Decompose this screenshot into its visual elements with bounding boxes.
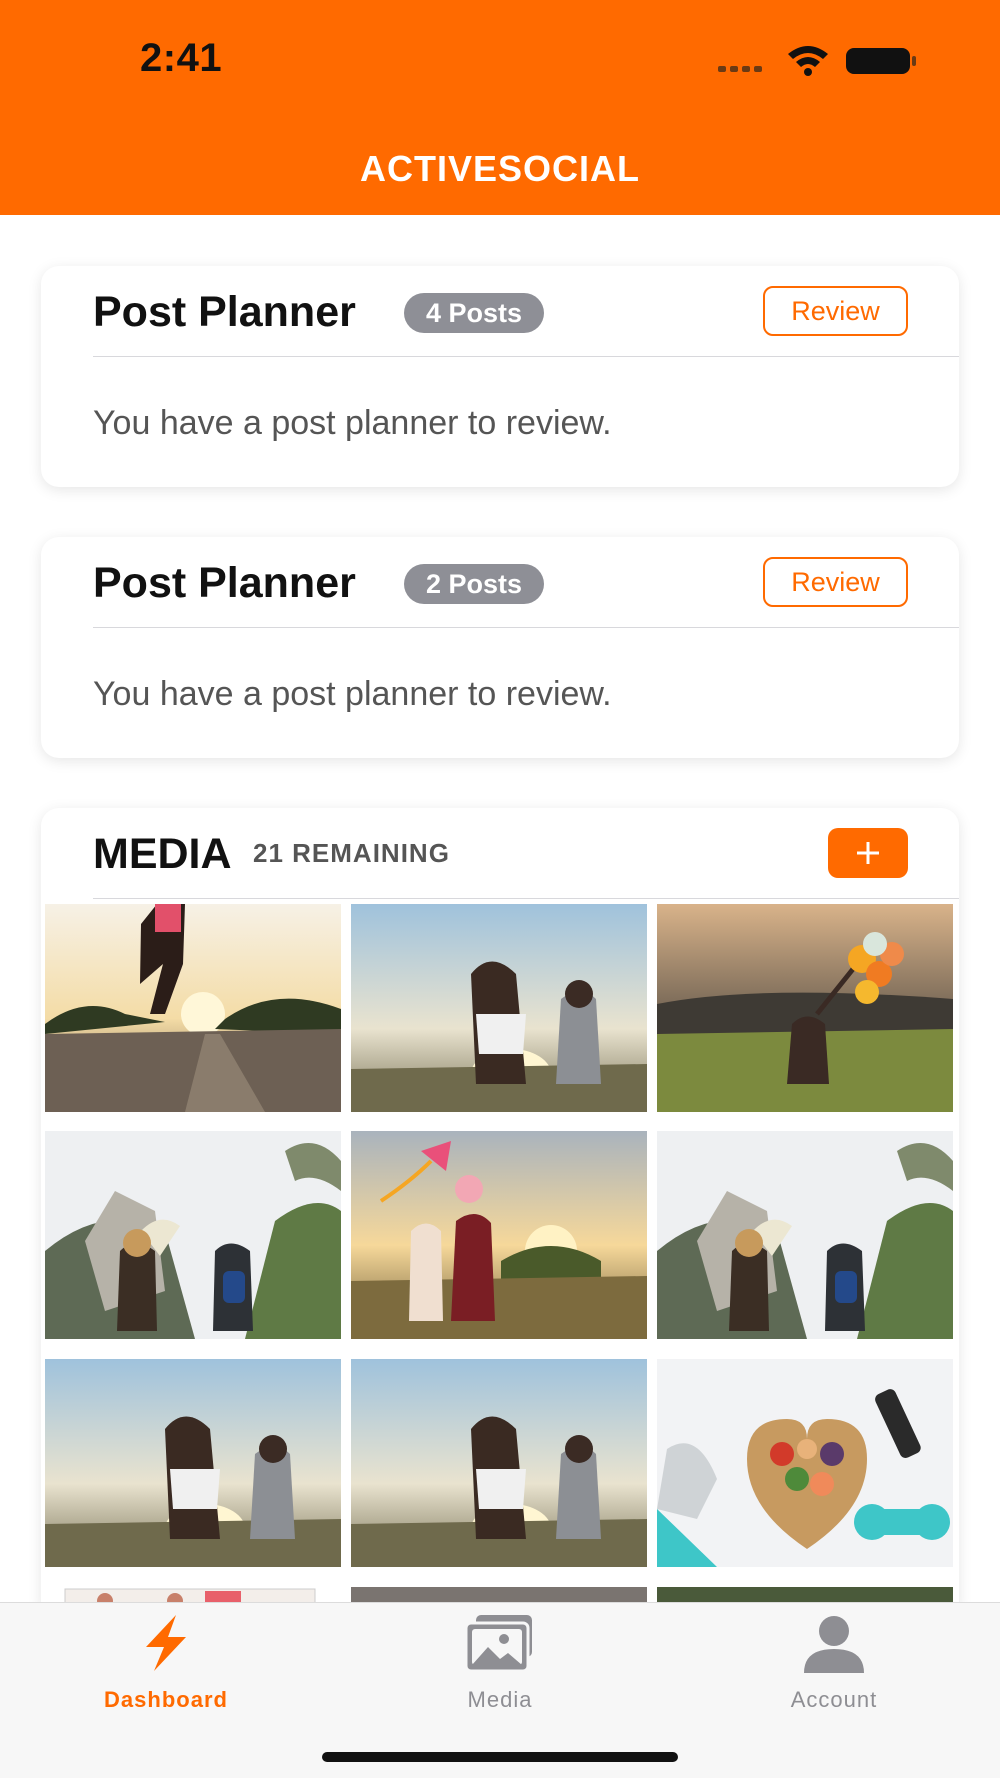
media-card: MEDIA 21 REMAINING xyxy=(41,808,959,1608)
photos-icon xyxy=(460,1613,540,1673)
post-planner-card[interactable]: Post Planner 4 Posts Review You have a p… xyxy=(41,266,959,487)
hikers-cliff-photo[interactable] xyxy=(45,1131,341,1339)
media-remaining-count: 21 REMAINING xyxy=(253,838,450,868)
card-message: You have a post planner to review. xyxy=(93,675,612,713)
posts-count-badge: 2 Posts xyxy=(404,564,545,604)
tab-label: Media xyxy=(467,1687,533,1712)
balloons-field-photo[interactable] xyxy=(657,904,953,1112)
couple-dancing-photo[interactable] xyxy=(45,1359,341,1567)
post-planner-card[interactable]: Post Planner 2 Posts Review You have a p… xyxy=(41,537,959,758)
family-kite-photo[interactable] xyxy=(351,1131,647,1339)
runner-sunset-photo[interactable] xyxy=(45,904,341,1112)
card-title: Post Planner xyxy=(93,559,356,607)
hikers-cliff-photo[interactable] xyxy=(657,1131,953,1339)
divider xyxy=(93,627,959,628)
healthy-food-heart-photo[interactable] xyxy=(657,1359,953,1567)
divider xyxy=(93,898,959,899)
wifi-icon xyxy=(788,46,828,76)
app-title: ACTIVESOCIAL xyxy=(359,148,640,189)
tab-label: Account xyxy=(790,1687,878,1712)
person-icon xyxy=(794,1613,874,1673)
divider xyxy=(93,356,959,357)
media-title: MEDIA xyxy=(93,830,232,878)
tab-media[interactable]: Media xyxy=(390,1603,610,1713)
app-header: 2:41 ACTIVESOCIAL xyxy=(0,0,1000,215)
add-media-button[interactable] xyxy=(828,828,908,878)
status-icons xyxy=(718,44,918,78)
home-indicator xyxy=(322,1752,678,1762)
posts-count-badge: 4 Posts xyxy=(404,293,545,333)
lightning-icon xyxy=(126,1613,206,1673)
couple-dancing-photo[interactable] xyxy=(351,1359,647,1567)
review-button[interactable]: Review xyxy=(763,557,908,607)
plus-icon xyxy=(857,842,879,864)
card-title: Post Planner xyxy=(93,288,356,336)
tab-label: Dashboard xyxy=(104,1687,228,1712)
status-time: 2:41 xyxy=(140,36,223,80)
tab-account[interactable]: Account xyxy=(724,1603,944,1713)
signal-icon xyxy=(718,66,762,72)
card-message: You have a post planner to review. xyxy=(93,404,612,442)
battery-icon xyxy=(846,48,916,74)
review-button[interactable]: Review xyxy=(763,286,908,336)
couple-dancing-photo[interactable] xyxy=(351,904,647,1112)
tab-dashboard[interactable]: Dashboard xyxy=(56,1603,276,1713)
